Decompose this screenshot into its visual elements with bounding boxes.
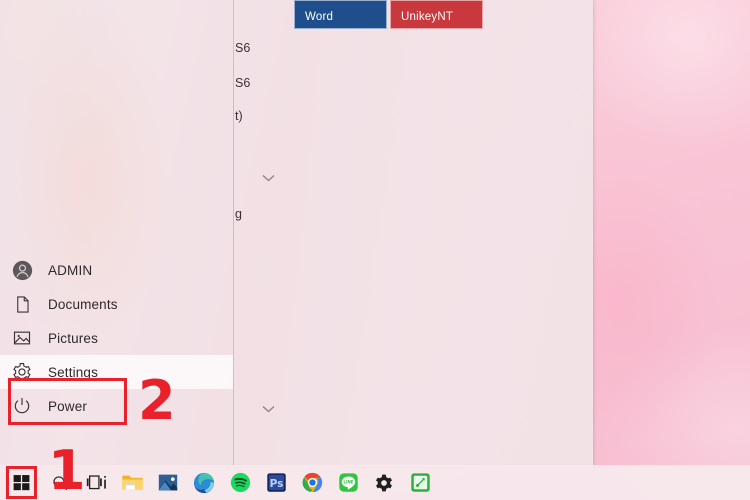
chrome-icon xyxy=(302,472,322,493)
photos-icon xyxy=(158,474,178,491)
user-account-icon xyxy=(10,258,34,282)
microsoft-edge-button[interactable] xyxy=(186,465,222,500)
task-view-icon xyxy=(86,475,106,490)
line-icon: LINE xyxy=(338,473,358,492)
power-icon xyxy=(10,394,34,418)
search-button[interactable] xyxy=(42,465,78,500)
edge-icon xyxy=(193,472,215,493)
sidebar-item-settings[interactable]: Settings xyxy=(0,355,233,389)
photoshop-icon: Ps xyxy=(266,473,286,492)
pictures-icon xyxy=(10,326,34,350)
tile-word[interactable]: Word xyxy=(294,0,387,29)
start-menu-left-rail: ADMIN Documents Pictures Settings Power xyxy=(0,253,233,423)
sidebar-item-label: Documents xyxy=(48,296,118,312)
app-list-item[interactable]: S6 xyxy=(235,41,250,55)
gear-icon xyxy=(10,360,34,384)
sidebar-item-label: Pictures xyxy=(48,330,98,346)
task-view-button[interactable] xyxy=(78,465,114,500)
tile-label: Word xyxy=(305,11,334,23)
start-menu-panel: S6 S6 t) g Word UnikeyNT ADMIN Documents… xyxy=(0,0,593,466)
start-menu-app-list[interactable]: S6 S6 t) g xyxy=(234,0,593,466)
svg-text:Ps: Ps xyxy=(269,478,283,490)
sidebar-item-label: Power xyxy=(48,398,88,414)
windows-logo-icon xyxy=(13,475,29,491)
svg-text:LINE: LINE xyxy=(343,480,353,485)
sidebar-item-documents[interactable]: Documents xyxy=(0,287,233,321)
folder-icon xyxy=(121,475,143,490)
sidebar-item-label: Settings xyxy=(48,364,98,380)
chevron-down-icon[interactable] xyxy=(262,174,275,185)
photoshop-button[interactable]: Ps xyxy=(258,465,294,500)
app-list-item[interactable]: t) xyxy=(235,109,243,123)
app-list-item[interactable]: g xyxy=(235,207,242,221)
sidebar-item-pictures[interactable]: Pictures xyxy=(0,321,233,355)
document-icon xyxy=(10,292,34,316)
sidebar-item-admin[interactable]: ADMIN xyxy=(0,253,233,287)
file-explorer-button[interactable] xyxy=(114,465,150,500)
photos-button[interactable] xyxy=(150,465,186,500)
spotify-icon xyxy=(230,472,250,493)
search-icon xyxy=(53,475,68,490)
sidebar-item-label: ADMIN xyxy=(48,262,93,278)
gear-icon xyxy=(376,474,392,491)
tile-unikeynt[interactable]: UnikeyNT xyxy=(390,0,483,29)
taskbar: Ps LINE xyxy=(0,465,750,500)
chevron-down-icon[interactable] xyxy=(262,405,275,416)
spotify-button[interactable] xyxy=(222,465,258,500)
start-menu-rail-divider xyxy=(233,0,234,466)
excel-button[interactable] xyxy=(402,465,438,500)
excel-icon xyxy=(410,473,430,492)
desktop-screen: S6 S6 t) g Word UnikeyNT ADMIN Documents… xyxy=(0,0,750,500)
settings-app-button[interactable] xyxy=(366,465,402,500)
sidebar-item-power[interactable]: Power xyxy=(0,389,233,423)
app-list-item[interactable]: S6 xyxy=(235,76,250,90)
google-chrome-button[interactable] xyxy=(294,465,330,500)
tile-label: UnikeyNT xyxy=(401,11,454,23)
line-button[interactable]: LINE xyxy=(330,465,366,500)
start-button[interactable] xyxy=(0,465,42,500)
